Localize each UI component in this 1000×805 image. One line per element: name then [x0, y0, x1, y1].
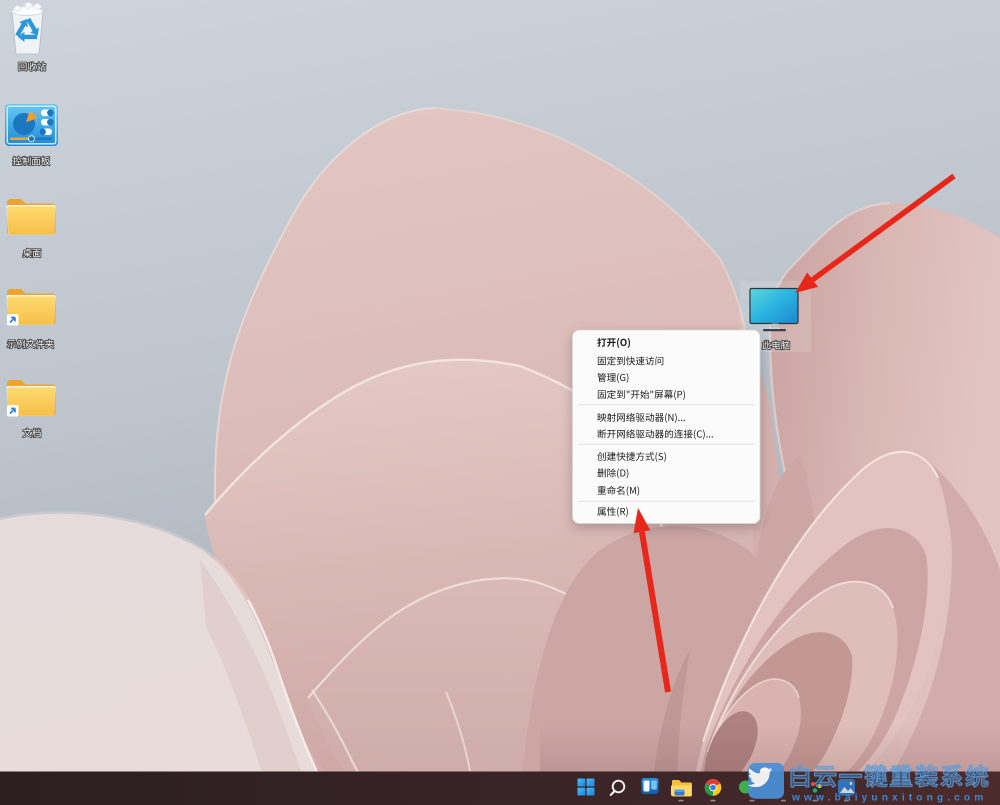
svg-text:www.baiyunxitong.com: www.baiyunxitong.com	[791, 793, 987, 804]
